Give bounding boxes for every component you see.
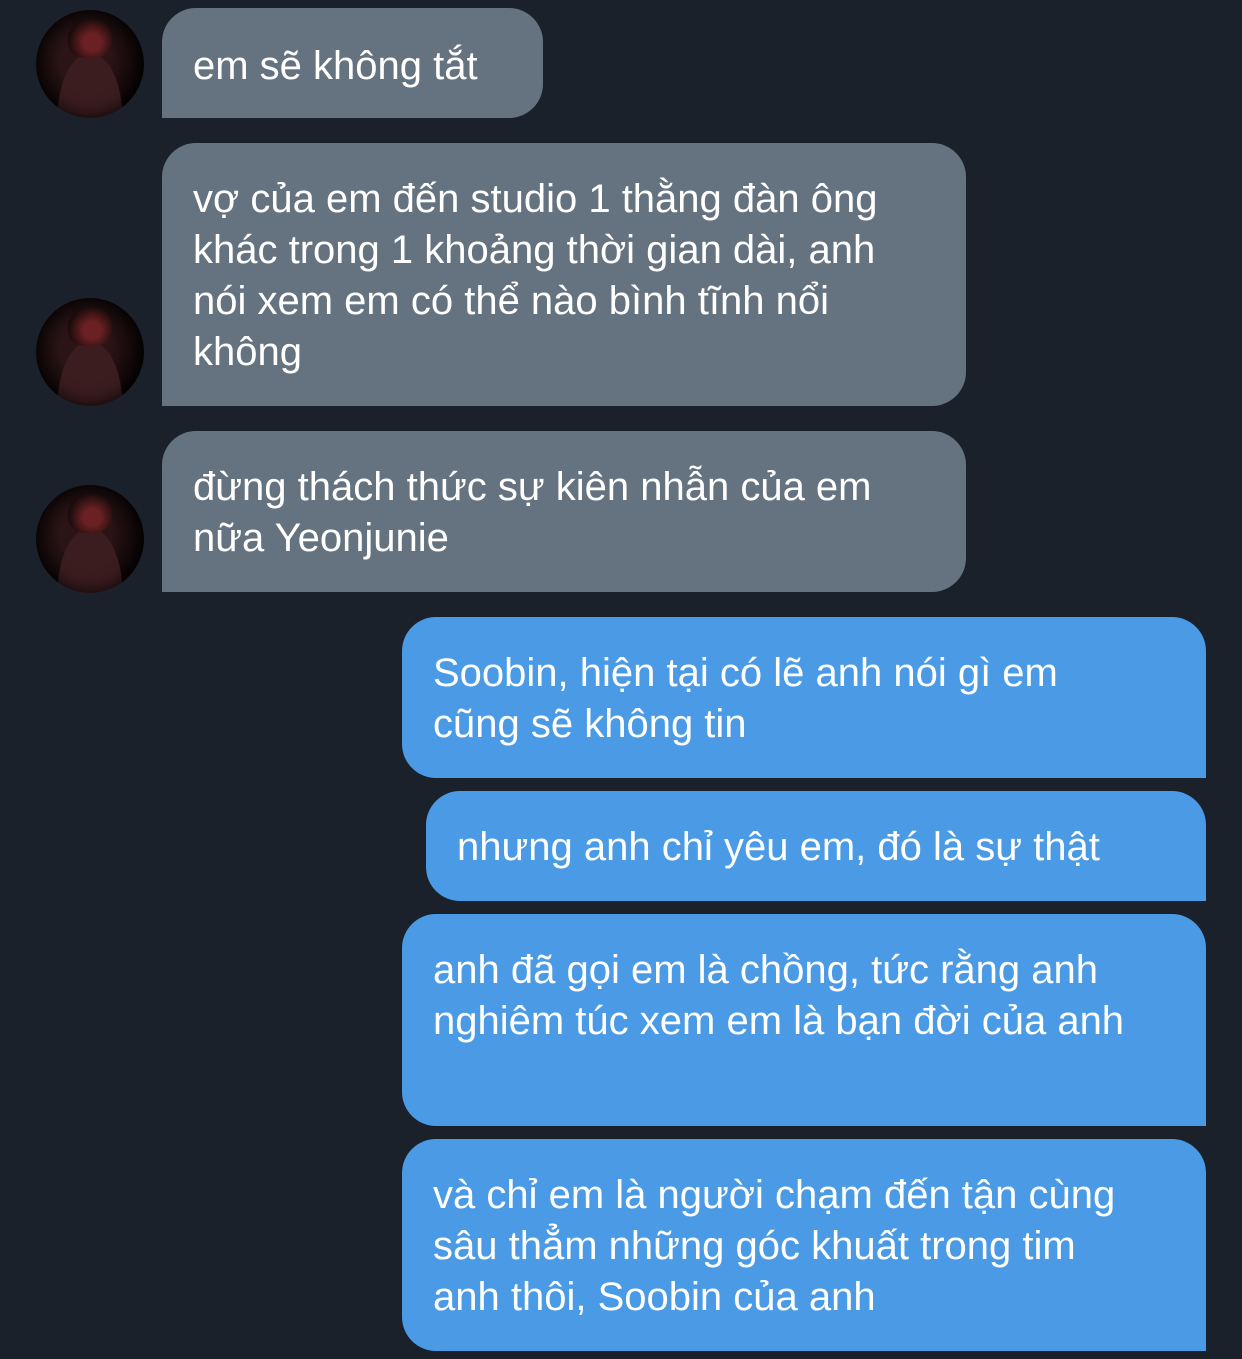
outgoing-message-bubble[interactable]: anh đã gọi em là chồng, tức rằng anh ngh… [402, 914, 1206, 1126]
message-text: anh đã gọi em là chồng, tức rằng anh ngh… [433, 948, 1125, 1043]
incoming-message-bubble[interactable]: em sẽ không tắt [162, 8, 543, 118]
outgoing-message-bubble[interactable]: nhưng anh chỉ yêu em, đó là sự thật [426, 791, 1206, 901]
contact-avatar[interactable] [36, 10, 144, 118]
message-text: vợ của em đến studio 1 thằng đàn ông khá… [193, 177, 878, 374]
outgoing-message-bubble[interactable]: và chỉ em là người chạm đến tận cùng sâu… [402, 1139, 1206, 1351]
incoming-message-bubble[interactable]: đừng thách thức sự kiên nhẫn của em nữa … [162, 431, 966, 592]
contact-avatar[interactable] [36, 298, 144, 406]
message-text: em sẽ không tắt [193, 44, 478, 88]
message-text: nhưng anh chỉ yêu em, đó là sự thật [457, 825, 1100, 869]
incoming-message-bubble[interactable]: vợ của em đến studio 1 thằng đàn ông khá… [162, 143, 966, 406]
contact-avatar[interactable] [36, 485, 144, 593]
outgoing-message-bubble[interactable]: Soobin, hiện tại có lẽ anh nói gì em cũn… [402, 617, 1206, 778]
message-text: và chỉ em là người chạm đến tận cùng sâu… [433, 1173, 1116, 1319]
message-text: đừng thách thức sự kiên nhẫn của em nữa … [193, 465, 872, 560]
message-text: Soobin, hiện tại có lẽ anh nói gì em cũn… [433, 651, 1058, 746]
